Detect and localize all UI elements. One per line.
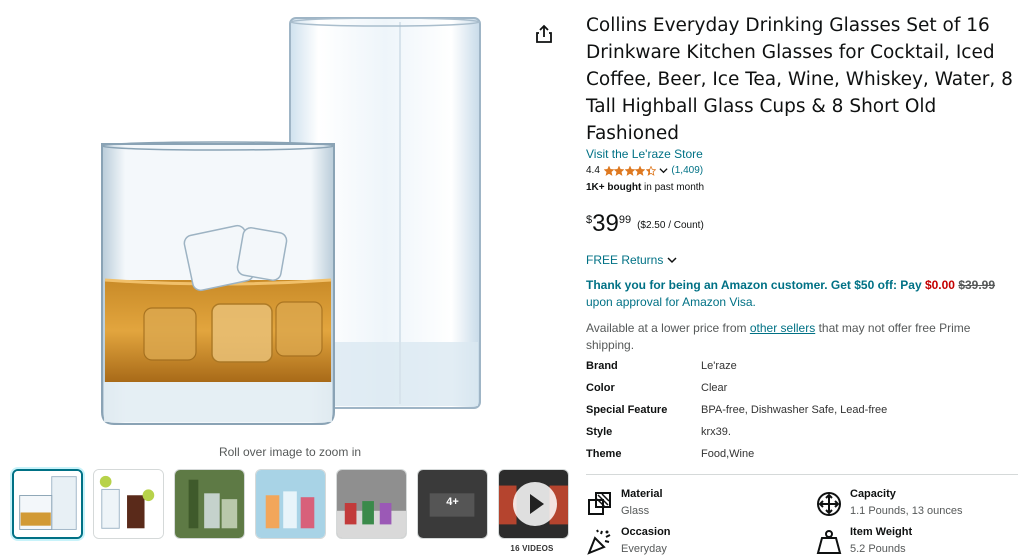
thumbnail-1[interactable] [12, 469, 83, 539]
star-icon [624, 165, 635, 176]
other-sellers-prefix: Available at a lower price from [586, 321, 750, 335]
thumbnail-5[interactable] [336, 469, 407, 539]
chevron-down-icon[interactable] [659, 166, 668, 175]
feature-label: Occasion [621, 526, 671, 538]
promo-old-price: $39.99 [958, 278, 996, 292]
spec-key: Special Feature [586, 404, 668, 416]
material-icon [588, 492, 611, 515]
spec-key: Theme [586, 448, 622, 460]
thumbnail-video[interactable] [498, 469, 569, 539]
zoom-hint: Roll over image to zoom in [218, 445, 362, 459]
spec-value: Clear [701, 382, 728, 394]
feature-value: Everyday [621, 543, 667, 555]
star-icon [635, 165, 646, 176]
videos-count-label: 16 VIDEOS [510, 544, 554, 553]
price: $ 39 99 ($2.50 / Count) [586, 211, 704, 237]
feature-value: Glass [621, 505, 650, 517]
product-title: Collins Everyday Drinking Glasses Set of… [586, 15, 1013, 144]
feature-value: 5.2 Pounds [850, 543, 906, 555]
spec-value: Food,Wine [701, 448, 755, 460]
other-sellers-link[interactable]: other sellers [750, 321, 815, 335]
occasion-icon [587, 529, 611, 555]
bought-period: in past month [641, 182, 705, 193]
thumbnail-3[interactable] [174, 469, 245, 539]
spec-value: krx39. [701, 426, 731, 438]
thumbnail-more[interactable]: 4+ [417, 469, 488, 539]
main-product-image[interactable] [100, 12, 490, 437]
star-icon [645, 165, 656, 176]
other-sellers-notice: Available at a lower price from other se… [586, 320, 986, 354]
review-count-link[interactable]: (1,409) [671, 165, 703, 176]
feature-label: Material [621, 488, 663, 500]
share-icon[interactable] [534, 24, 554, 44]
free-returns-label[interactable]: FREE Returns [586, 253, 663, 267]
divider [586, 474, 1018, 475]
thumbnail-2[interactable] [93, 469, 164, 539]
play-video-icon[interactable] [513, 482, 557, 526]
spec-key: Color [586, 382, 615, 394]
bought-in-past-month: 1K+ bought in past month [586, 182, 704, 193]
feature-label: Capacity [850, 488, 896, 500]
visit-store-link[interactable]: Visit the Le'raze Store [586, 147, 703, 161]
product-glasses-image [101, 17, 481, 425]
free-returns-link[interactable]: FREE Returns [586, 253, 677, 267]
capacity-icon [817, 492, 841, 516]
promo-new-price: $0.00 [924, 278, 955, 292]
spec-key: Style [586, 426, 613, 438]
spec-value: BPA-free, Dishwasher Safe, Lead-free [701, 404, 888, 416]
feature-label: Item Weight [850, 526, 913, 538]
thumbnail-4[interactable] [255, 469, 326, 539]
spec-key: Brand [586, 360, 618, 372]
feature-value: 1.1 Pounds, 13 ounces [850, 505, 963, 517]
price-whole: 39 [592, 210, 619, 237]
star-icon [614, 165, 625, 176]
rating-value: 4.4 [586, 165, 600, 176]
price-per-unit: ($2.50 / Count) [637, 220, 704, 231]
star-rating[interactable] [603, 165, 657, 176]
weight-icon [816, 530, 842, 554]
promo-text[interactable]: Thank you for being an Amazon customer. … [586, 278, 925, 292]
bought-count: 1K+ bought [586, 182, 642, 193]
amazon-visa-promo[interactable]: Thank you for being an Amazon customer. … [586, 277, 1018, 311]
more-images-count: 4+ [446, 496, 459, 508]
rating-row: 4.4 (1,409) [586, 165, 703, 176]
spec-value: Le'raze [701, 360, 737, 372]
star-icon [603, 165, 614, 176]
chevron-down-icon[interactable] [667, 255, 677, 265]
promo-tail[interactable]: upon approval for Amazon Visa. [586, 295, 756, 309]
price-fraction: 99 [618, 214, 632, 226]
